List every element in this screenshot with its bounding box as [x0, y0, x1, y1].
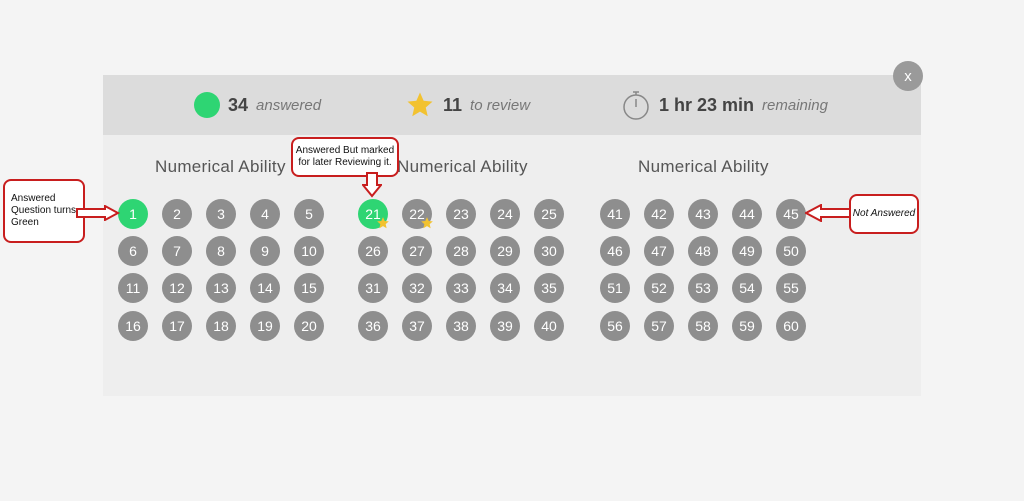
question-button-26[interactable]: 26 — [358, 236, 388, 266]
question-button-52[interactable]: 52 — [644, 273, 674, 303]
question-button-28[interactable]: 28 — [446, 236, 476, 266]
question-button-57[interactable]: 57 — [644, 311, 674, 341]
question-button-5[interactable]: 5 — [294, 199, 324, 229]
callout-arrow-left — [805, 204, 851, 222]
question-button-60[interactable]: 60 — [776, 311, 806, 341]
question-button-55[interactable]: 55 — [776, 273, 806, 303]
question-button-19[interactable]: 19 — [250, 311, 280, 341]
answered-count: 34 — [228, 94, 249, 115]
question-button-12[interactable]: 12 — [162, 273, 192, 303]
question-button-45[interactable]: 45 — [776, 199, 806, 229]
question-button-20[interactable]: 20 — [294, 311, 324, 341]
question-button-53[interactable]: 53 — [688, 273, 718, 303]
question-button-56[interactable]: 56 — [600, 311, 630, 341]
question-button-3[interactable]: 3 — [206, 199, 236, 229]
question-button-24[interactable]: 24 — [490, 199, 520, 229]
question-button-9[interactable]: 9 — [250, 236, 280, 266]
callout-arrow-down — [362, 172, 382, 198]
question-button-17[interactable]: 17 — [162, 311, 192, 341]
question-button-36[interactable]: 36 — [358, 311, 388, 341]
question-button-10[interactable]: 10 — [294, 236, 324, 266]
question-button-44[interactable]: 44 — [732, 199, 762, 229]
section-title-2: Numerical Ability — [397, 157, 528, 176]
review-count: 11 — [443, 94, 463, 115]
time-remaining-value: 1 hr 23 min — [659, 94, 755, 115]
question-button-47[interactable]: 47 — [644, 236, 674, 266]
question-button-34[interactable]: 34 — [490, 273, 520, 303]
question-button-15[interactable]: 15 — [294, 273, 324, 303]
question-button-41[interactable]: 41 — [600, 199, 630, 229]
question-button-27[interactable]: 27 — [402, 236, 432, 266]
question-button-32[interactable]: 32 — [402, 273, 432, 303]
question-button-29[interactable]: 29 — [490, 236, 520, 266]
review-star-icon — [377, 217, 389, 229]
question-button-35[interactable]: 35 — [534, 273, 564, 303]
question-button-39[interactable]: 39 — [490, 311, 520, 341]
question-button-48[interactable]: 48 — [688, 236, 718, 266]
question-button-37[interactable]: 37 — [402, 311, 432, 341]
question-button-58[interactable]: 58 — [688, 311, 718, 341]
question-button-2[interactable]: 2 — [162, 199, 192, 229]
question-button-7[interactable]: 7 — [162, 236, 192, 266]
summary-bar: 34 answered 11 to review 1 hr 23 min rem… — [103, 75, 921, 135]
question-button-43[interactable]: 43 — [688, 199, 718, 229]
question-button-31[interactable]: 31 — [358, 273, 388, 303]
section-title-3: Numerical Ability — [638, 157, 769, 176]
review-label: to review — [470, 96, 531, 114]
question-button-51[interactable]: 51 — [600, 273, 630, 303]
question-button-42[interactable]: 42 — [644, 199, 674, 229]
review-star-icon — [421, 217, 433, 229]
time-remaining-label: remaining — [762, 96, 828, 114]
question-button-59[interactable]: 59 — [732, 311, 762, 341]
star-icon — [407, 92, 433, 117]
question-button-8[interactable]: 8 — [206, 236, 236, 266]
question-button-11[interactable]: 11 — [118, 273, 148, 303]
question-button-14[interactable]: 14 — [250, 273, 280, 303]
question-button-30[interactable]: 30 — [534, 236, 564, 266]
question-button-40[interactable]: 40 — [534, 311, 564, 341]
question-button-50[interactable]: 50 — [776, 236, 806, 266]
question-button-4[interactable]: 4 — [250, 199, 280, 229]
question-button-16[interactable]: 16 — [118, 311, 148, 341]
review-callout: Answered But marked for later Reviewing … — [291, 137, 399, 177]
question-button-13[interactable]: 13 — [206, 273, 236, 303]
question-palette-panel: 34 answered 11 to review 1 hr 23 min rem… — [103, 75, 921, 396]
question-button-6[interactable]: 6 — [118, 236, 148, 266]
question-button-25[interactable]: 25 — [534, 199, 564, 229]
answered-label: answered — [256, 96, 322, 114]
question-button-49[interactable]: 49 — [732, 236, 762, 266]
section-title-1: Numerical Ability — [155, 157, 286, 176]
close-button[interactable]: x — [893, 61, 923, 91]
not-answered-callout: Not Answered — [849, 194, 919, 234]
question-button-46[interactable]: 46 — [600, 236, 630, 266]
time-summary: 1 hr 23 min remaining — [621, 75, 828, 135]
question-button-1[interactable]: 1 — [118, 199, 148, 229]
callout-arrow-right — [76, 205, 120, 221]
question-button-54[interactable]: 54 — [732, 273, 762, 303]
answered-dot-icon — [194, 92, 220, 118]
question-button-33[interactable]: 33 — [446, 273, 476, 303]
stopwatch-icon — [623, 91, 649, 120]
question-button-38[interactable]: 38 — [446, 311, 476, 341]
answered-callout: Answered Question turns Green — [3, 179, 85, 243]
question-button-18[interactable]: 18 — [206, 311, 236, 341]
review-summary: 11 to review — [405, 75, 530, 135]
answered-summary: 34 answered — [194, 75, 321, 135]
question-button-23[interactable]: 23 — [446, 199, 476, 229]
